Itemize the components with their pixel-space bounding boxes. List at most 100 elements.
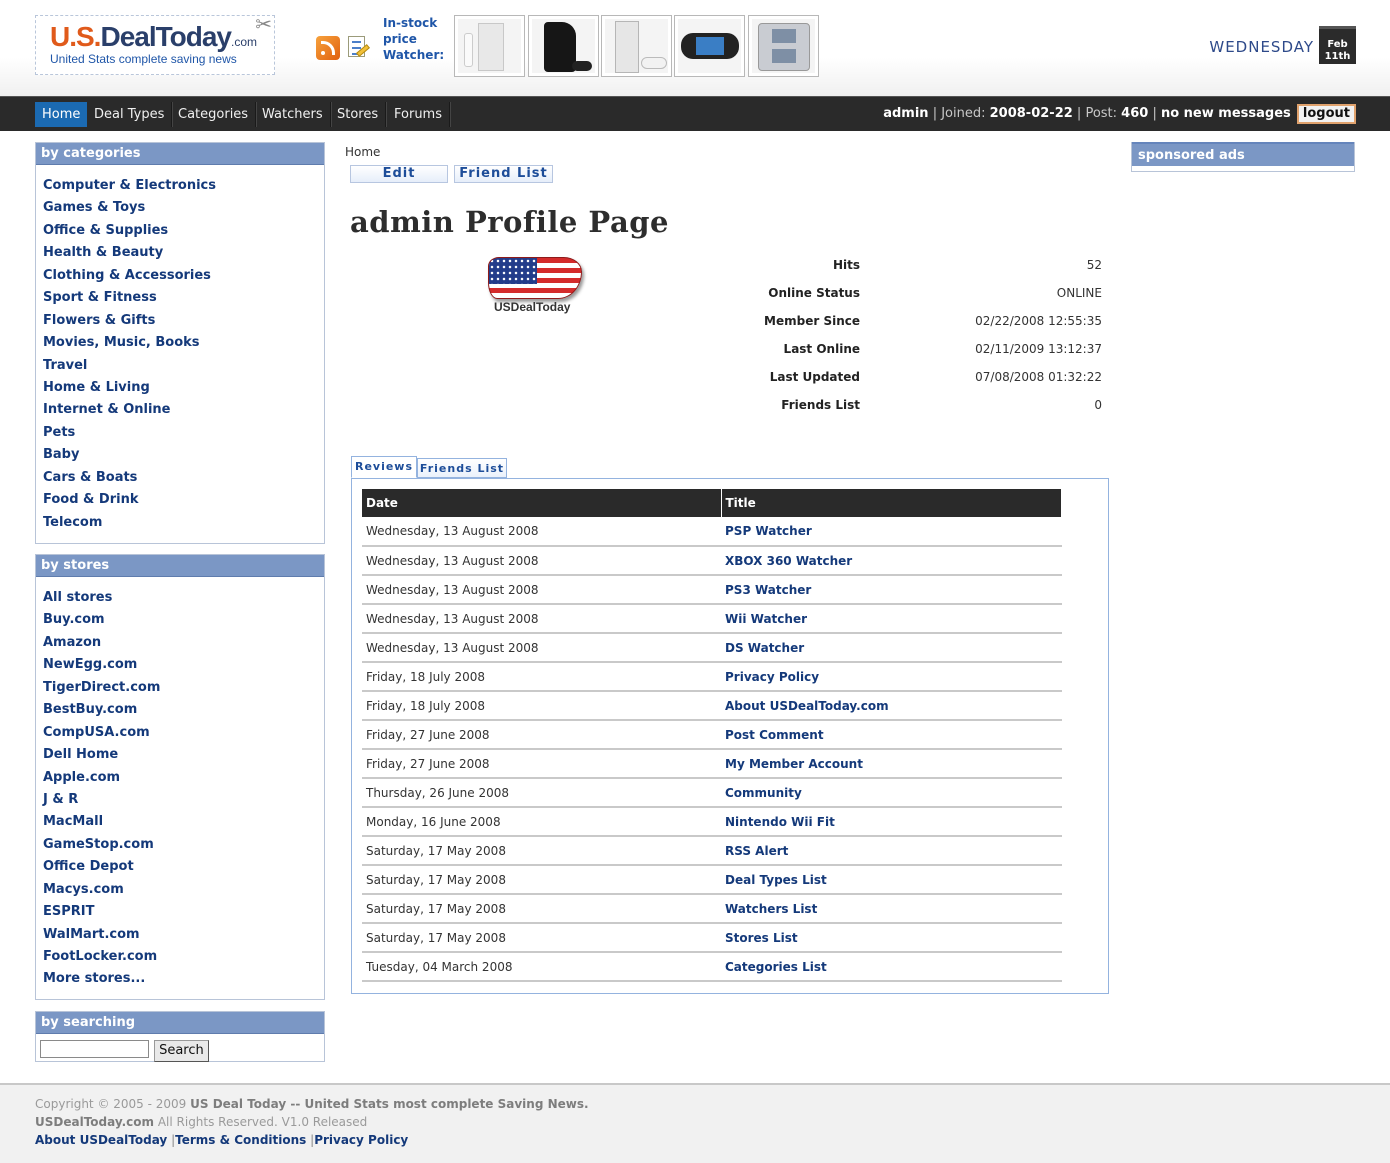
- ds-handheld-icon: [752, 19, 815, 73]
- site-logo[interactable]: U.S.DealToday.com United Stats complete …: [35, 12, 275, 75]
- table-row: Wednesday, 13 August 2008 Wii Watcher: [362, 604, 1062, 634]
- tab-reviews[interactable]: Reviews: [351, 456, 417, 478]
- nav-watchers[interactable]: Watchers: [255, 102, 331, 127]
- review-date: Tuesday, 04 March 2008: [362, 952, 721, 982]
- store-link[interactable]: Amazon: [43, 632, 324, 654]
- category-link[interactable]: Home & Living: [43, 377, 324, 399]
- footer-link-privacy[interactable]: Privacy Policy: [314, 1133, 408, 1147]
- category-link[interactable]: Office & Supplies: [43, 220, 324, 242]
- store-link[interactable]: Macys.com: [43, 879, 324, 901]
- store-link[interactable]: ESPRIT: [43, 901, 324, 923]
- store-link[interactable]: WalMart.com: [43, 924, 324, 946]
- category-link[interactable]: Pets: [43, 422, 324, 444]
- review-title-link[interactable]: Watchers List: [721, 894, 1062, 924]
- review-title-link[interactable]: XBOX 360 Watcher: [721, 546, 1062, 576]
- category-link[interactable]: Food & Drink: [43, 489, 324, 511]
- store-link[interactable]: Apple.com: [43, 767, 324, 789]
- store-link[interactable]: Buy.com: [43, 609, 324, 631]
- review-title-link[interactable]: About USDealToday.com: [721, 691, 1062, 721]
- messages-status[interactable]: no new messages: [1161, 106, 1291, 121]
- store-link[interactable]: BestBuy.com: [43, 699, 324, 721]
- category-link[interactable]: Flowers & Gifts: [43, 310, 324, 332]
- category-link[interactable]: Health & Beauty: [43, 242, 324, 264]
- review-title-link[interactable]: Deal Types List: [721, 865, 1062, 895]
- breadcrumb[interactable]: Home: [345, 145, 380, 159]
- rss-icon[interactable]: [316, 36, 340, 60]
- nav-forums[interactable]: Forums: [387, 102, 450, 127]
- table-row: Wednesday, 13 August 2008 DS Watcher: [362, 633, 1062, 663]
- store-link[interactable]: GameStop.com: [43, 834, 324, 856]
- psp-watcher-thumb[interactable]: [674, 15, 745, 77]
- category-link[interactable]: Games & Toys: [43, 197, 324, 219]
- review-title-link[interactable]: Post Comment: [721, 720, 1062, 750]
- footer-link-terms[interactable]: Terms & Conditions: [175, 1133, 306, 1147]
- store-link[interactable]: CompUSA.com: [43, 722, 324, 744]
- store-link[interactable]: Office Depot: [43, 856, 324, 878]
- tab-friends-list[interactable]: Friends List: [417, 458, 507, 478]
- stores-list: All stores Buy.com Amazon NewEgg.com TigerDi…: [36, 577, 324, 991]
- review-title-link[interactable]: My Member Account: [721, 749, 1062, 779]
- edit-button[interactable]: Edit: [350, 165, 448, 183]
- store-link[interactable]: J & R: [43, 789, 324, 811]
- category-link[interactable]: Internet & Online: [43, 399, 324, 421]
- ps3-watcher-thumb[interactable]: [528, 15, 599, 77]
- review-title-link[interactable]: DS Watcher: [721, 633, 1062, 663]
- review-title-link[interactable]: PSP Watcher: [721, 517, 1062, 547]
- nav-stores[interactable]: Stores: [330, 102, 387, 127]
- store-link[interactable]: FootLocker.com: [43, 946, 324, 968]
- review-title-link[interactable]: Wii Watcher: [721, 604, 1062, 634]
- category-link[interactable]: Clothing & Accessories: [43, 265, 324, 287]
- nav-home[interactable]: Home: [35, 102, 88, 127]
- category-link[interactable]: Sport & Fitness: [43, 287, 324, 309]
- nav-categories[interactable]: Categories: [171, 102, 257, 127]
- nav-deal-types[interactable]: Deal Types: [87, 102, 173, 127]
- review-title-link[interactable]: Stores List: [721, 923, 1062, 953]
- ds-watcher-thumb[interactable]: [748, 15, 819, 77]
- username[interactable]: admin: [883, 106, 928, 121]
- stat-value-online-status: ONLINE: [1056, 286, 1102, 300]
- wii-console-icon: [458, 19, 521, 73]
- friend-list-button[interactable]: Friend List: [454, 165, 553, 183]
- review-title-link[interactable]: Nintendo Wii Fit: [721, 807, 1062, 837]
- category-link[interactable]: Telecom: [43, 512, 324, 534]
- search-input[interactable]: [40, 1040, 149, 1058]
- column-header-title: Title: [721, 489, 1062, 517]
- store-link[interactable]: MacMall: [43, 811, 324, 833]
- review-date: Friday, 18 July 2008: [362, 691, 721, 721]
- category-link[interactable]: Cars & Boats: [43, 467, 324, 489]
- post-count: 460: [1121, 106, 1149, 121]
- footer-links: About USDealToday |Terms & Conditions |P…: [35, 1133, 409, 1147]
- wii-watcher-thumb[interactable]: [454, 15, 525, 77]
- footer-rights: USDealToday.com All Rights Reserved. V1.…: [35, 1115, 367, 1129]
- stores-box-title: by stores: [36, 555, 324, 577]
- category-link[interactable]: Baby: [43, 444, 324, 466]
- category-link[interactable]: Travel: [43, 355, 324, 377]
- category-link[interactable]: Movies, Music, Books: [43, 332, 324, 354]
- table-row: Wednesday, 13 August 2008 XBOX 360 Watche…: [362, 546, 1062, 576]
- store-link[interactable]: NewEgg.com: [43, 654, 324, 676]
- review-title-link[interactable]: Categories List: [721, 952, 1062, 982]
- review-title-link[interactable]: PS3 Watcher: [721, 575, 1062, 605]
- table-row: Saturday, 17 May 2008 Deal Types List: [362, 865, 1062, 895]
- review-date: Wednesday, 13 August 2008: [362, 575, 721, 605]
- store-link[interactable]: Dell Home: [43, 744, 324, 766]
- search-button[interactable]: Search: [154, 1040, 209, 1062]
- review-date: Friday, 27 June 2008: [362, 720, 721, 750]
- notes-icon[interactable]: [346, 34, 370, 60]
- logout-button[interactable]: logout: [1296, 104, 1356, 124]
- sponsored-ads-title: sponsored ads: [1132, 142, 1354, 166]
- review-title-link[interactable]: Community: [721, 778, 1062, 808]
- calendar-icon: Feb 11th: [1319, 26, 1356, 64]
- logo-com: .com: [231, 35, 258, 49]
- footer-copyright: Copyright © 2005 - 2009 US Deal Today --…: [35, 1097, 589, 1111]
- store-link[interactable]: All stores: [43, 587, 324, 609]
- review-title-link[interactable]: RSS Alert: [721, 836, 1062, 866]
- store-link[interactable]: TigerDirect.com: [43, 677, 324, 699]
- footer-link-about[interactable]: About USDealToday: [35, 1133, 167, 1147]
- footer-site-name: US Deal Today -- United Stats most compl…: [190, 1097, 589, 1111]
- review-title-link[interactable]: Privacy Policy: [721, 662, 1062, 692]
- xbox360-watcher-thumb[interactable]: [601, 15, 672, 77]
- category-link[interactable]: Computer & Electronics: [43, 175, 324, 197]
- store-link[interactable]: More stores...: [43, 968, 324, 990]
- table-row: Friday, 18 July 2008 About USDealToday.co…: [362, 691, 1062, 721]
